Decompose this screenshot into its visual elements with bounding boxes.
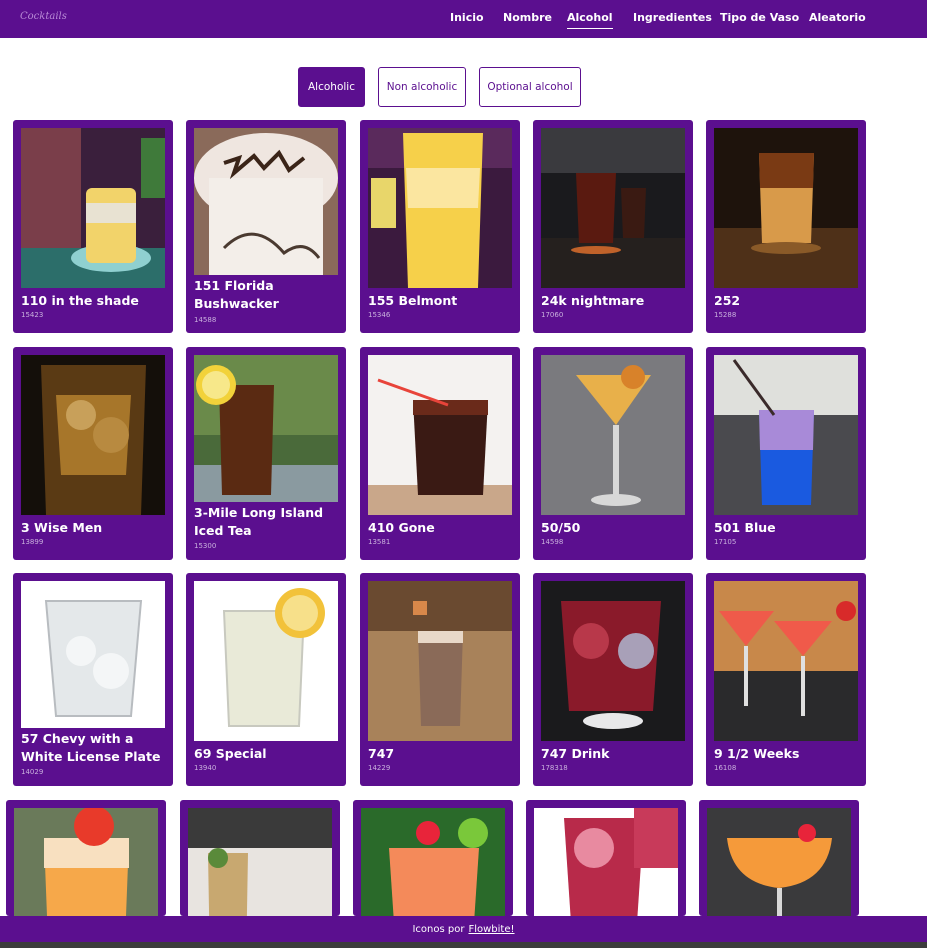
filter-alcoholic-button[interactable]: Alcoholic: [298, 67, 365, 107]
drink-card[interactable]: 410 Gone 13581: [360, 347, 520, 560]
drink-card[interactable]: 9 1/2 Weeks 16108: [706, 573, 866, 786]
drink-card[interactable]: 151 Florida Bushwacker 14588: [186, 120, 346, 333]
drink-id: 13581: [368, 538, 391, 546]
drink-id: 14598: [541, 538, 564, 546]
drink-card[interactable]: [180, 800, 340, 916]
drink-image: [714, 355, 858, 515]
footer-link[interactable]: Flowbite!: [468, 924, 514, 935]
drink-card[interactable]: 501 Blue 17105: [706, 347, 866, 560]
drink-id: 17105: [714, 538, 737, 546]
drink-name: 501 Blue: [714, 520, 776, 535]
drink-image: [188, 808, 332, 916]
drink-image: [194, 355, 338, 502]
drink-image: [21, 128, 165, 288]
drink-card[interactable]: 69 Special 13940: [186, 573, 346, 786]
drink-name: 151 Florida Bushwacker: [194, 278, 279, 311]
drink-card[interactable]: 252 15288: [706, 120, 866, 333]
drink-name: 110 in the shade: [21, 293, 139, 308]
drink-image: [534, 808, 678, 916]
drink-image: [541, 128, 685, 288]
drink-id: 14229: [368, 764, 391, 772]
drink-id: 15346: [368, 311, 391, 319]
nav-nombre[interactable]: Nombre: [503, 11, 552, 29]
drink-card[interactable]: 3 Wise Men 13899: [13, 347, 173, 560]
drink-id: 178318: [541, 764, 568, 772]
drink-image: [541, 355, 685, 515]
nav-aleatorio[interactable]: Aleatorio: [809, 11, 866, 29]
drink-image: [14, 808, 158, 916]
drink-name: 3 Wise Men: [21, 520, 103, 535]
drink-card[interactable]: 3-Mile Long Island Iced Tea 15300: [186, 347, 346, 560]
drink-name: 747 Drink: [541, 746, 610, 761]
drink-card[interactable]: 155 Belmont 15346: [360, 120, 520, 333]
drink-card[interactable]: 747 14229: [360, 573, 520, 786]
drink-image: [368, 128, 512, 288]
footer: Iconos por Flowbite!: [0, 916, 927, 942]
drink-name: 747: [368, 746, 395, 761]
drink-image: [368, 581, 512, 741]
drink-name: 9 1/2 Weeks: [714, 746, 800, 761]
nav-ingredientes[interactable]: Ingredientes: [633, 11, 712, 29]
drink-card[interactable]: 747 Drink 178318: [533, 573, 693, 786]
drink-image: [194, 581, 338, 741]
navbar: Cocktails Inicio Nombre Alcohol Ingredie…: [0, 0, 927, 38]
logo[interactable]: Cocktails: [20, 11, 67, 22]
footer-text: Iconos por: [412, 923, 465, 935]
drink-image: [361, 808, 505, 916]
drink-card[interactable]: [526, 800, 686, 916]
drink-id: 14588: [194, 316, 217, 324]
drink-name: 155 Belmont: [368, 293, 458, 308]
drink-card[interactable]: [699, 800, 859, 916]
drink-name: 410 Gone: [368, 520, 435, 535]
filter-optional-alcohol-button[interactable]: Optional alcohol: [479, 67, 581, 107]
drink-card[interactable]: 110 in the shade 15423: [13, 120, 173, 333]
drink-id: 15423: [21, 311, 44, 319]
drink-image: [21, 581, 165, 728]
drink-id: 15288: [714, 311, 737, 319]
drink-image: [707, 808, 851, 916]
drink-id: 14029: [21, 768, 44, 776]
nav-tipo-de-vaso[interactable]: Tipo de Vaso: [720, 11, 799, 29]
drink-card[interactable]: [353, 800, 513, 916]
drink-id: 17060: [541, 311, 564, 319]
drink-image: [368, 355, 512, 515]
drink-card[interactable]: [6, 800, 166, 916]
drink-id: 13899: [21, 538, 44, 546]
nav-alcohol[interactable]: Alcohol: [567, 11, 613, 29]
drink-card[interactable]: 50/50 14598: [533, 347, 693, 560]
drink-id: 13940: [194, 764, 217, 772]
nav-inicio[interactable]: Inicio: [450, 11, 484, 29]
drink-image: [714, 581, 858, 741]
filter-non-alcoholic-button[interactable]: Non alcoholic: [378, 67, 466, 107]
drink-name: 69 Special: [194, 746, 267, 761]
drink-name: 24k nightmare: [541, 293, 645, 308]
bottom-strip: [0, 942, 927, 948]
drink-name: 50/50: [541, 520, 581, 535]
drink-name: 3-Mile Long Island Iced Tea: [194, 505, 324, 538]
drink-id: 16108: [714, 764, 737, 772]
drink-image: [714, 128, 858, 288]
drink-name: 57 Chevy with a White License Plate: [21, 731, 161, 764]
drink-image: [541, 581, 685, 741]
drink-card[interactable]: 57 Chevy with a White License Plate 1402…: [13, 573, 173, 786]
drink-image: [21, 355, 165, 515]
drink-image: [194, 128, 338, 275]
drink-id: 15300: [194, 542, 217, 550]
drink-name: 252: [714, 293, 741, 308]
drink-card[interactable]: 24k nightmare 17060: [533, 120, 693, 333]
